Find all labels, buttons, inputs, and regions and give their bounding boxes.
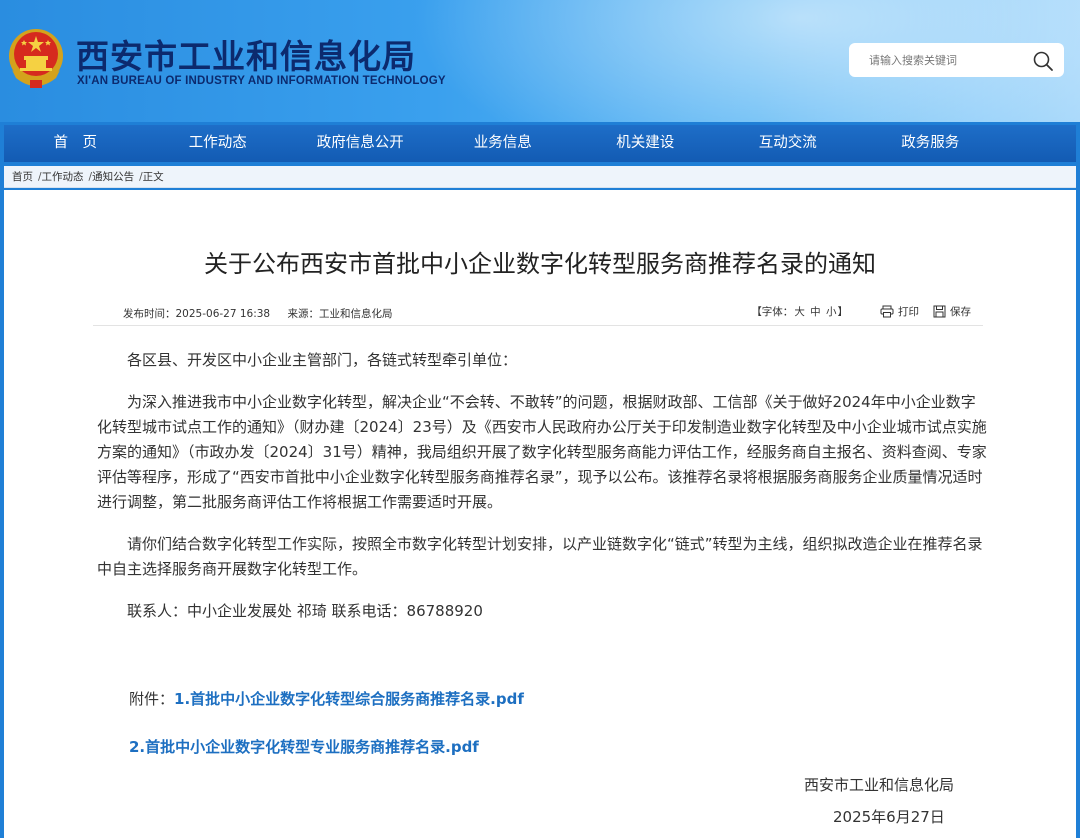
nav-item-agency-building[interactable]: 机关建设 [574, 125, 717, 162]
breadcrumb-work-news[interactable]: 工作动态 [42, 171, 84, 183]
attachment-link-2[interactable]: 2.首批中小企业数字化转型专业服务商推荐名录.pdf [129, 738, 479, 756]
breadcrumb-notices[interactable]: 通知公告 [92, 171, 134, 183]
save-label: 保存 [950, 306, 971, 318]
print-button[interactable]: 打印 [880, 304, 919, 319]
main-paragraph: 为深入推进我市中小企业数字化转型，解决企业“不会转、不敢转”的问题，根据财政部、… [97, 393, 987, 511]
national-emblem-icon [9, 29, 63, 88]
article-body: 各区县、开发区中小企业主管部门，各链式转型牵引单位： 为深入推进我市中小企业数字… [97, 348, 989, 624]
save-icon [933, 305, 946, 318]
main-nav: 首 页 工作动态 政府信息公开 业务信息 机关建设 互动交流 政务服务 [4, 125, 1076, 162]
contact-paragraph: 联系人：中小企业发展处 祁琦 联系电话：86788920 [127, 602, 483, 620]
attachment-section-2: 2.首批中小企业数字化转型专业服务商推荐名录.pdf [129, 736, 479, 757]
site-subtitle: XI'AN BUREAU OF INDUSTRY AND INFORMATION… [77, 75, 446, 87]
font-size-small[interactable]: 小 [826, 306, 837, 318]
article-meta: 发布时间：2025-06-27 16:38 来源：工业和信息化局 【字体：大 中… [93, 296, 983, 326]
printer-icon [880, 305, 894, 318]
attachment-link-1[interactable]: 1.首批中小企业数字化转型综合服务商推荐名录.pdf [174, 690, 524, 708]
font-size-prefix: 【字体： [751, 306, 794, 318]
site-header: 西安市工业和信息化局 XI'AN BUREAU OF INDUSTRY AND … [0, 0, 1080, 122]
search-icon[interactable] [1032, 50, 1054, 72]
article-title: 关于公布西安市首批中小企业数字化转型服务商推荐名录的通知 [204, 250, 876, 278]
breadcrumb-current: 正文 [142, 171, 164, 183]
greeting-paragraph: 各区县、开发区中小企业主管部门，各链式转型牵引单位： [127, 351, 518, 369]
signature-org: 西安市工业和信息化局 [804, 776, 955, 794]
breadcrumb: 首页/工作动态/通知公告/正文 [4, 166, 1076, 188]
font-size-medium[interactable]: 中 [810, 306, 821, 318]
attachment-label: 附件： [129, 690, 175, 708]
nav-item-gov-info[interactable]: 政府信息公开 [289, 125, 432, 162]
signature-date: 2025年6月27日 [833, 808, 945, 826]
nav-item-home[interactable]: 首 页 [4, 125, 147, 162]
attachment-section: 附件：1.首批中小企业数字化转型综合服务商推荐名录.pdf [129, 688, 524, 709]
nav-item-interaction[interactable]: 互动交流 [717, 125, 860, 162]
publish-time: 发布时间：2025-06-27 16:38 [123, 308, 271, 320]
article-source: 来源：工业和信息化局 [287, 308, 393, 320]
font-size-suffix: 】 [837, 306, 849, 318]
nav-item-gov-services[interactable]: 政务服务 [859, 125, 1002, 162]
nav-item-business-info[interactable]: 业务信息 [432, 125, 575, 162]
breadcrumb-home[interactable]: 首页 [12, 171, 33, 183]
article-container: 关于公布西安市首批中小企业数字化转型服务商推荐名录的通知 发布时间：2025-0… [4, 190, 1076, 838]
font-size-control: 【字体：大 中 小】 [751, 304, 848, 319]
article-tools: 【字体：大 中 小】 打印 保存 [751, 304, 971, 319]
nav-item-work-news[interactable]: 工作动态 [147, 125, 290, 162]
font-size-large[interactable]: 大 [794, 306, 805, 318]
second-paragraph: 请你们结合数字化转型工作实际，按照全市数字化转型计划安排，以产业链数字化“链式”… [97, 535, 983, 578]
meta-info: 发布时间：2025-06-27 16:38 来源：工业和信息化局 [123, 306, 406, 321]
print-label: 打印 [898, 306, 919, 318]
search-box [849, 43, 1064, 77]
search-input[interactable] [849, 43, 1029, 77]
site-title: 西安市工业和信息化局 [76, 37, 416, 76]
save-button[interactable]: 保存 [933, 304, 971, 319]
